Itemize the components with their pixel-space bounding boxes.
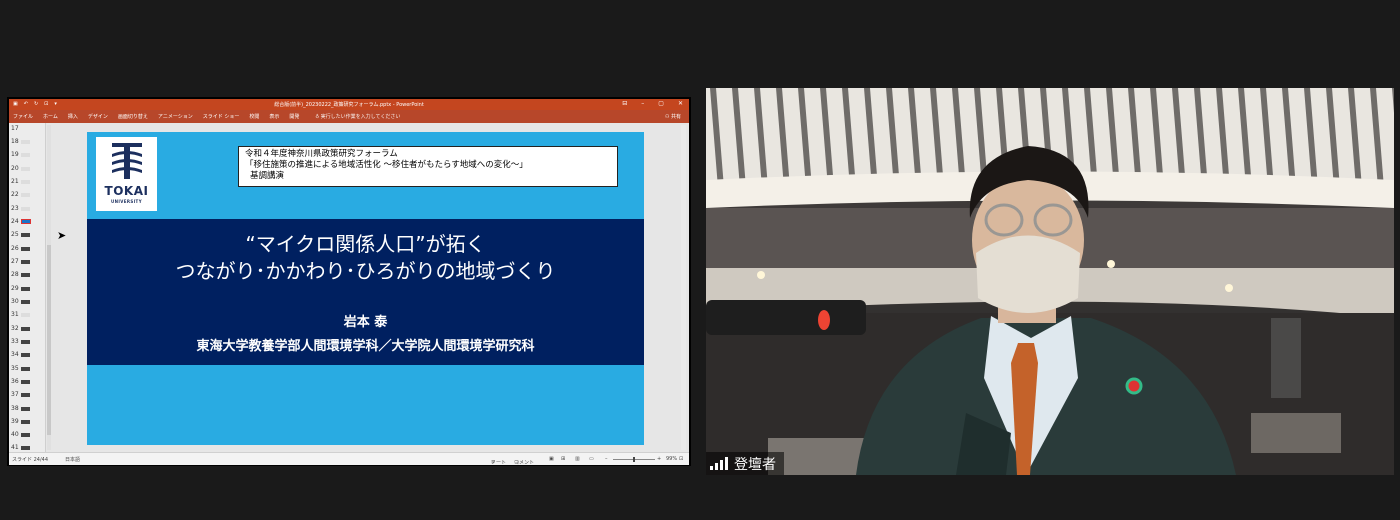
author-name: 岩本 泰 — [343, 315, 388, 330]
slideshow-icon[interactable]: ▭ — [589, 456, 594, 462]
thumbnail[interactable]: 20 — [11, 165, 30, 172]
participant-video-tile[interactable]: 登壇者 — [706, 88, 1394, 475]
mouse-pointer-icon: ➤ — [57, 229, 67, 242]
thumbnail[interactable]: 22 — [11, 191, 30, 198]
close-icon[interactable]: ✕ — [678, 100, 683, 107]
participant-name-label: 登壇者 — [706, 452, 784, 475]
document-title: 総合版(前半)_20230222_政策研究フォーラム.pptx - PowerP… — [274, 102, 424, 108]
thumbnail[interactable]: 29 — [11, 285, 30, 292]
slide-sorter-icon[interactable]: ⊞ — [561, 456, 565, 462]
signal-bars-icon — [710, 457, 728, 470]
person-icon: ⚇ — [664, 114, 670, 120]
slide-thumbnails-pane[interactable]: 17 18 19 20 21 22 23 24 25 26 27 28 29 3… — [9, 123, 46, 452]
thumbnail-scrollbar[interactable] — [47, 125, 51, 450]
screen-share-tile[interactable]: ▣ ↶ ↻ ⊡ ▾ 総合版(前半)_20230222_政策研究フォーラム.ppt… — [7, 97, 691, 466]
normal-view-icon[interactable]: ▣ — [549, 456, 554, 462]
tab-insert[interactable]: 挿入 — [68, 113, 78, 120]
status-bar: スライド 24/44 日本語 ≡ ノート ▭ コメント ▣ ⊞ ▥ ▭ – + … — [9, 452, 689, 466]
author-affiliation: 東海大学教養学部人間環境学科／大学院人間環境学研究科 — [196, 339, 535, 354]
tell-me-box[interactable]: ♁ 実行したい作業を入力してください — [315, 113, 400, 120]
ribbon-display-icon[interactable]: ⊟ — [622, 100, 627, 107]
thumbnail[interactable]: 30 — [11, 298, 30, 305]
minimize-icon[interactable]: – — [641, 100, 644, 107]
slide-title-line1: “マイクロ関係人口”が拓く — [245, 232, 486, 256]
conference-box: 令和４年度神奈川県政策研究フォーラム 「移住施策の推進による地域活性化 ～移住者… — [238, 146, 618, 187]
thumbnail[interactable]: 21 — [11, 178, 30, 185]
slide-title-line2: つながり･かかわり･ひろがりの地域づくり — [175, 259, 556, 283]
thumbnail[interactable]: 41 — [11, 444, 30, 451]
thumbnail[interactable]: 34 — [11, 351, 30, 358]
university-logo: TOKAI UNIVERSITY — [96, 137, 157, 211]
tab-review[interactable]: 校閲 — [249, 113, 259, 120]
window-controls: ⊟ – ▢ ✕ — [622, 100, 683, 107]
logo-mark-icon — [112, 143, 142, 179]
zoom-out-icon[interactable]: – — [605, 456, 608, 462]
zoom-in-icon[interactable]: + — [657, 456, 661, 462]
tab-design[interactable]: デザイン — [88, 113, 108, 120]
video-feed — [706, 88, 1394, 475]
conference-session: 基調講演 — [250, 171, 285, 181]
tab-transitions[interactable]: 画面切り替え — [118, 113, 148, 120]
powerpoint-window: ▣ ↶ ↻ ⊡ ▾ 総合版(前半)_20230222_政策研究フォーラム.ppt… — [9, 99, 689, 466]
thumbnail[interactable]: 18 — [11, 138, 30, 145]
slide-scrollbar[interactable] — [681, 125, 686, 450]
thumbnail[interactable]: 26 — [11, 245, 30, 252]
thumbnail[interactable]: 33 — [11, 338, 30, 345]
slide-canvas[interactable]: TOKAI UNIVERSITY 令和４年度神奈川県政策研究フォーラム 「移住施… — [87, 132, 644, 445]
fit-slide-icon[interactable]: ⊡ — [679, 456, 683, 462]
lightbulb-icon: ♁ — [315, 114, 320, 120]
zoom-level[interactable]: 99% — [666, 456, 677, 462]
share-label: 共有 — [670, 114, 681, 120]
thumbnail[interactable]: 28 — [11, 271, 30, 278]
conference-title: 令和４年度神奈川県政策研究フォーラム — [245, 149, 398, 159]
thumbnail[interactable]: 37 — [11, 391, 30, 398]
thumbnail[interactable]: 23 — [11, 205, 30, 212]
tab-home[interactable]: ホーム — [43, 113, 58, 120]
thumbnail[interactable]: 35 — [11, 365, 30, 372]
logo-subtext: UNIVERSITY — [111, 199, 142, 204]
thumbnail[interactable]: 40 — [11, 431, 30, 438]
title-band: “マイクロ関係人口”が拓く つながり･かかわり･ひろがりの地域づくり 岩本 泰 … — [87, 219, 644, 365]
thumbnail[interactable]: 25 — [11, 231, 30, 238]
tab-animations[interactable]: アニメーション — [158, 113, 193, 120]
maximize-icon[interactable]: ▢ — [658, 100, 664, 107]
thumbnail[interactable]: 32 — [11, 325, 30, 332]
scrollbar-thumb[interactable] — [47, 245, 51, 435]
language-indicator[interactable]: 日本語 — [65, 456, 80, 463]
thumbnail[interactable]: 39 — [11, 418, 30, 425]
share-button[interactable]: ⚇ 共有 — [665, 113, 681, 120]
ribbon-tabs: ファイル ホーム 挿入 デザイン 画面切り替え アニメーション スライド ショー… — [9, 110, 689, 123]
tab-file[interactable]: ファイル — [13, 113, 33, 120]
zoom-slider-thumb[interactable] — [633, 457, 635, 462]
reading-view-icon[interactable]: ▥ — [575, 456, 580, 462]
thumbnail[interactable]: 38 — [11, 405, 30, 412]
thumbnail-selected[interactable]: 24 — [11, 218, 31, 225]
slide-position: スライド 24/44 — [12, 457, 48, 463]
tab-view[interactable]: 表示 — [269, 113, 279, 120]
tab-developer[interactable]: 開発 — [289, 113, 299, 120]
logo-text: TOKAI — [104, 184, 149, 198]
tab-slideshow[interactable]: スライド ショー — [203, 113, 240, 120]
title-bar: ▣ ↶ ↻ ⊡ ▾ 総合版(前半)_20230222_政策研究フォーラム.ppt… — [9, 99, 689, 110]
thumbnail[interactable]: 17 — [11, 125, 19, 132]
conference-theme: 「移住施策の推進による地域活性化 ～移住者がもたらす地域への変化～」 — [245, 160, 528, 170]
tell-me-text: 実行したい作業を入力してください — [320, 114, 401, 120]
thumbnail[interactable]: 27 — [11, 258, 30, 265]
participant-name: 登壇者 — [734, 456, 776, 473]
thumbnail[interactable]: 19 — [11, 151, 30, 158]
thumbnail[interactable]: 36 — [11, 378, 30, 385]
thumbnail[interactable]: 31 — [11, 311, 30, 318]
